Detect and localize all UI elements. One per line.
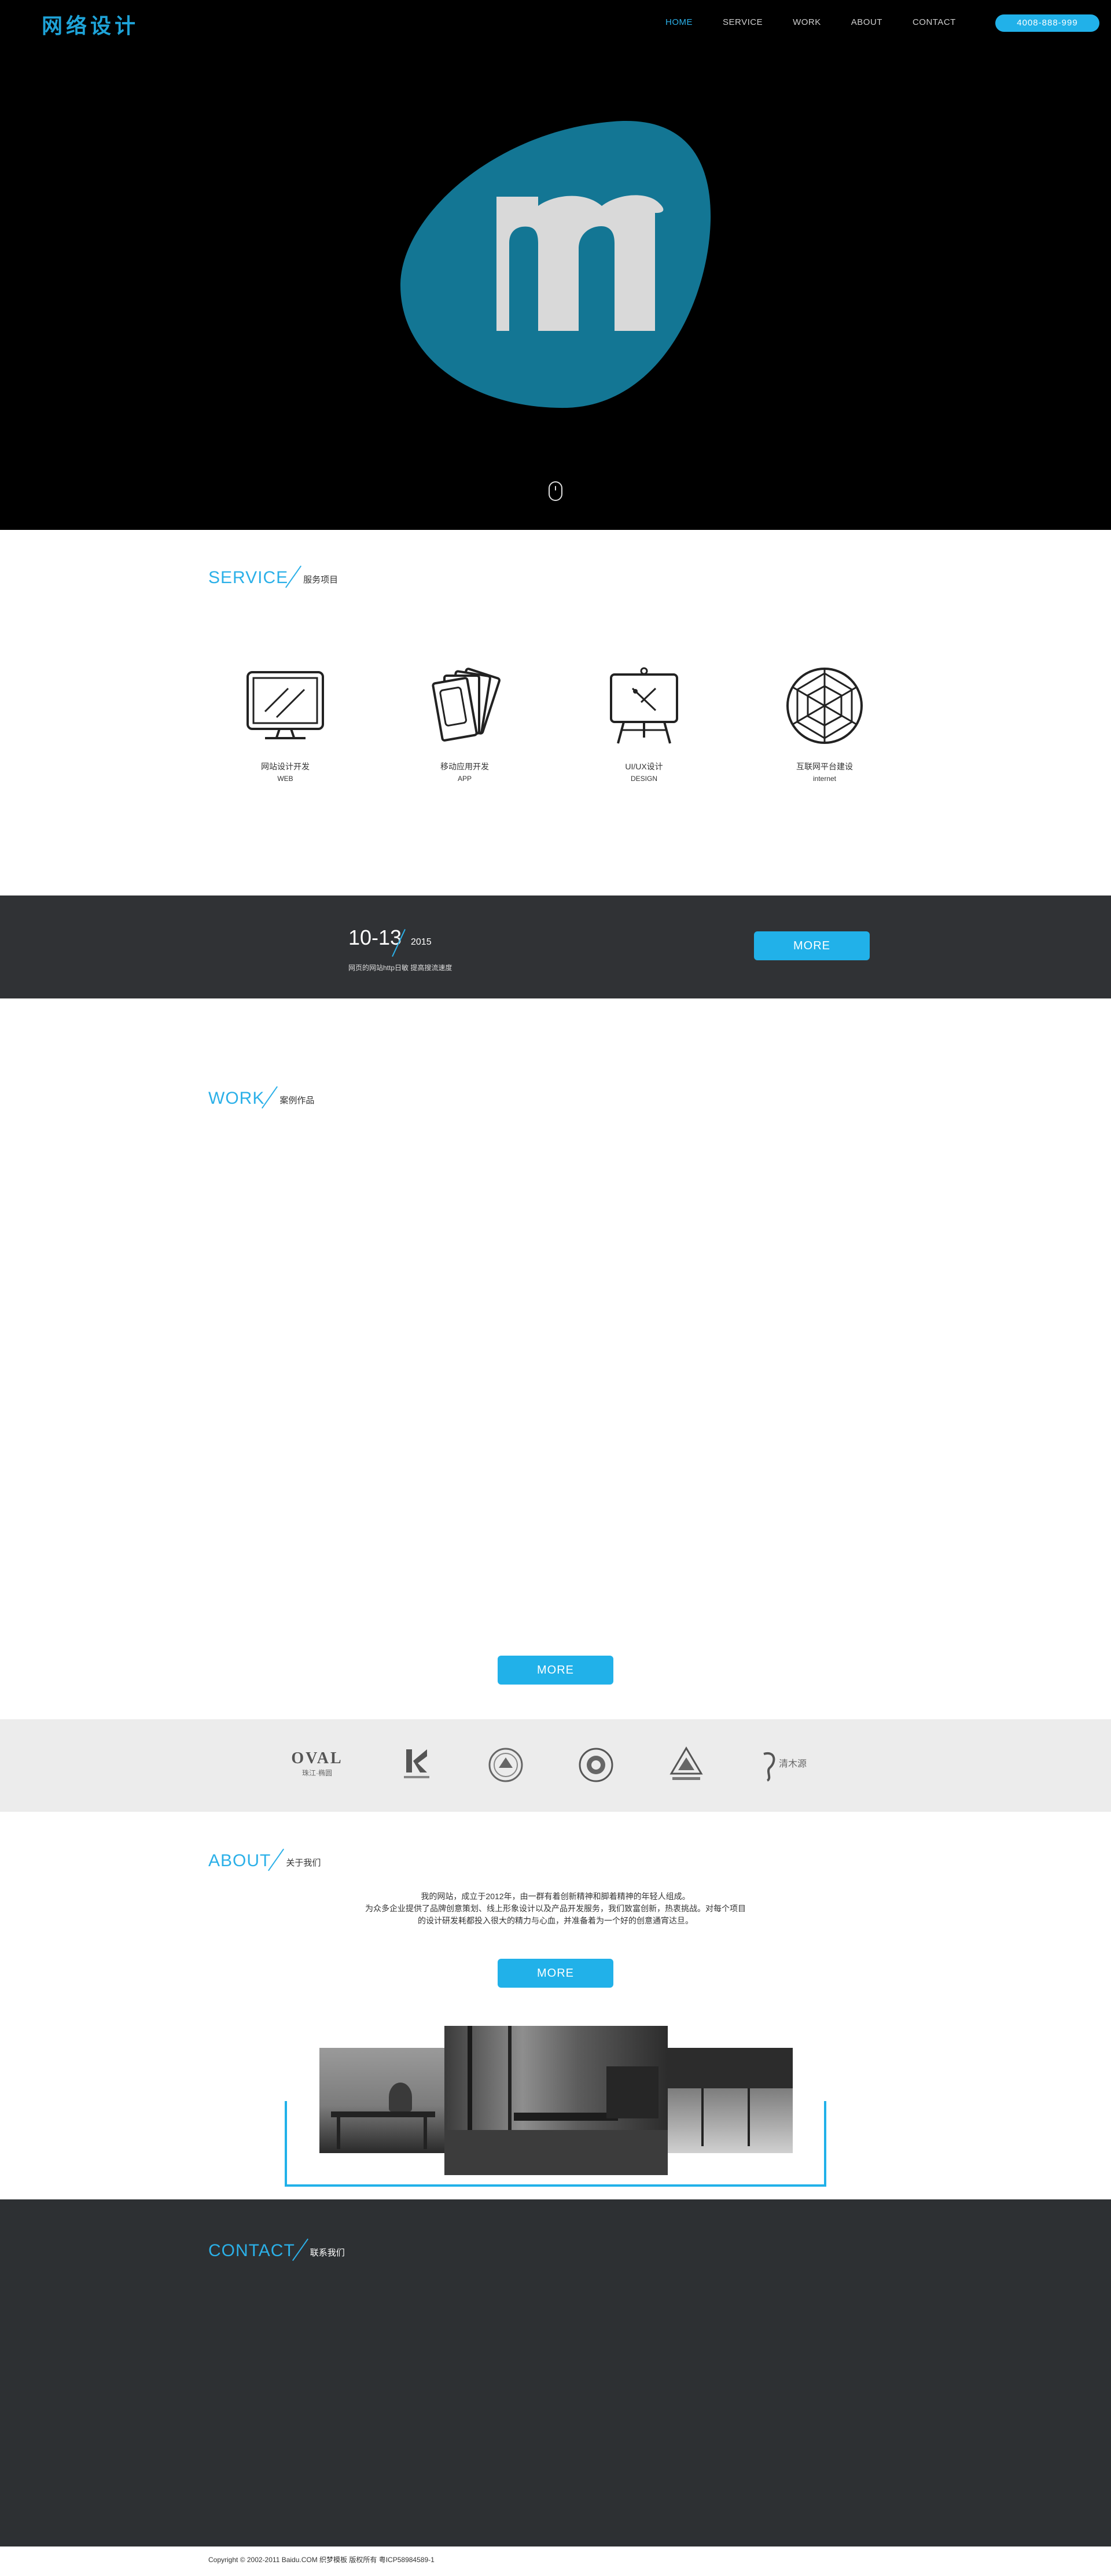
title-slash bbox=[267, 1845, 285, 1871]
about-title-en: ABOUT bbox=[208, 1851, 271, 1870]
service-name: 网站设计开发 bbox=[261, 762, 310, 771]
service-sub: internet bbox=[812, 775, 837, 783]
about-more-button[interactable]: MORE bbox=[498, 1959, 613, 1988]
footer: Copyright © 2002-2011 Baidu.COM 织梦模板 版权所… bbox=[0, 2546, 1111, 2576]
nav-home[interactable]: HOME bbox=[665, 17, 693, 27]
service-sub: DESIGN bbox=[630, 775, 657, 783]
mobile-cards-icon bbox=[432, 668, 501, 742]
news-desc[interactable]: 网页的网站http日敏 提高搜流速度 bbox=[348, 963, 452, 972]
contact-section-title: CONTACT 联系我们 bbox=[208, 2235, 345, 2261]
nav-service[interactable]: SERVICE bbox=[723, 17, 763, 27]
client-logos-bar: OVAL 珠江·椭圆 清木源 bbox=[0, 1719, 1111, 1812]
service-name: 互联网平台建设 bbox=[796, 762, 853, 771]
easel-icon bbox=[610, 667, 678, 744]
office-photo-right bbox=[667, 2048, 793, 2153]
service-item-internet[interactable]: 互联网平台建设 internet bbox=[767, 665, 882, 783]
hero-logo-graphic bbox=[400, 121, 711, 408]
client-logo-seal-2[interactable] bbox=[567, 1745, 625, 1785]
oval-sub: 珠江·椭圆 bbox=[302, 1769, 332, 1777]
page: 网络设计 HOME SERVICE WORK ABOUT CONTACT 400… bbox=[0, 0, 1111, 2576]
client-logo-seal-1[interactable] bbox=[477, 1745, 535, 1785]
copyright-text: Copyright © 2002-2011 Baidu.COM 织梦模板 版权所… bbox=[208, 2556, 435, 2564]
about-line: 的设计研发耗都投入很大的精力与心血，并准备着为一个好的创意通宵达旦。 bbox=[418, 1916, 693, 1925]
nav-contact[interactable]: CONTACT bbox=[913, 17, 956, 27]
contact-title-en: CONTACT bbox=[208, 2241, 295, 2260]
client-logo-brush[interactable]: 清木源 bbox=[752, 1745, 810, 1785]
news-date: 10-13 bbox=[348, 926, 402, 949]
client-logo-k[interactable] bbox=[388, 1745, 446, 1785]
contact-section: CONTACT 联系我们 bbox=[0, 2199, 1111, 2546]
service-item-design[interactable]: UI/UX设计 DESIGN bbox=[586, 665, 702, 783]
about-line: 为众多企业提供了品牌创意策划、线上形象设计以及产品开发服务，我们致富创新，热衷挑… bbox=[365, 1904, 746, 1913]
about-title-cn: 关于我们 bbox=[286, 1858, 321, 1868]
hero-banner bbox=[0, 0, 1111, 530]
about-section-title: ABOUT 关于我们 bbox=[208, 1845, 321, 1871]
about-text: 我的网站，成立于2012年，由一群有着创新精神和脚着精神的年轻人组成。 为众多企… bbox=[324, 1890, 787, 1927]
client-logo-triangle[interactable] bbox=[657, 1745, 715, 1785]
contact-title-cn: 联系我们 bbox=[310, 2248, 345, 2258]
office-photo-left bbox=[319, 2048, 446, 2153]
service-item-web[interactable]: 网站设计开发 WEB bbox=[227, 665, 343, 783]
nav-about[interactable]: ABOUT bbox=[851, 17, 882, 27]
service-sub: WEB bbox=[277, 775, 293, 783]
service-name: 移动应用开发 bbox=[440, 762, 489, 771]
service-title-cn: 服务项目 bbox=[303, 575, 339, 585]
work-title-cn: 案例作品 bbox=[279, 1096, 315, 1105]
work-more-button[interactable]: MORE bbox=[498, 1656, 613, 1685]
news-year: 2015 bbox=[411, 937, 432, 947]
service-sub: APP bbox=[457, 775, 472, 783]
main-nav: HOME SERVICE WORK ABOUT CONTACT bbox=[665, 17, 986, 27]
monitor-icon bbox=[247, 671, 324, 739]
nav-work[interactable]: WORK bbox=[793, 17, 821, 27]
client-logo-oval[interactable]: OVAL 珠江·椭圆 bbox=[288, 1745, 346, 1785]
oval-wordmark: OVAL bbox=[291, 1749, 343, 1767]
title-slash bbox=[261, 1083, 278, 1108]
news-more-button[interactable]: MORE bbox=[754, 931, 870, 960]
brush-wordmark: 清木源 bbox=[779, 1758, 807, 1769]
service-section-title: SERVICE 服务项目 bbox=[208, 562, 338, 588]
phone-badge[interactable]: 4008-888-999 bbox=[995, 14, 1099, 32]
title-slash bbox=[292, 2235, 309, 2261]
office-photo-center bbox=[444, 2026, 668, 2175]
news-bar: 10-13 2015 网页的网站http日敏 提高搜流速度 MORE bbox=[0, 895, 1111, 998]
work-title-en: WORK bbox=[208, 1089, 265, 1108]
title-slash bbox=[285, 562, 302, 588]
web-icon bbox=[786, 668, 863, 744]
about-line: 我的网站，成立于2012年，由一群有着创新精神和脚着精神的年轻人组成。 bbox=[421, 1892, 690, 1901]
top-header: 网络设计 HOME SERVICE WORK ABOUT CONTACT 400… bbox=[0, 0, 1111, 46]
service-title-en: SERVICE bbox=[208, 568, 289, 587]
service-item-app[interactable]: 移动应用开发 APP bbox=[407, 665, 523, 783]
service-name: UI/UX设计 bbox=[625, 762, 663, 771]
scroll-mouse-icon[interactable] bbox=[549, 481, 562, 501]
site-logo[interactable]: 网络设计 bbox=[42, 9, 139, 39]
work-section-title: WORK 案例作品 bbox=[208, 1083, 314, 1108]
